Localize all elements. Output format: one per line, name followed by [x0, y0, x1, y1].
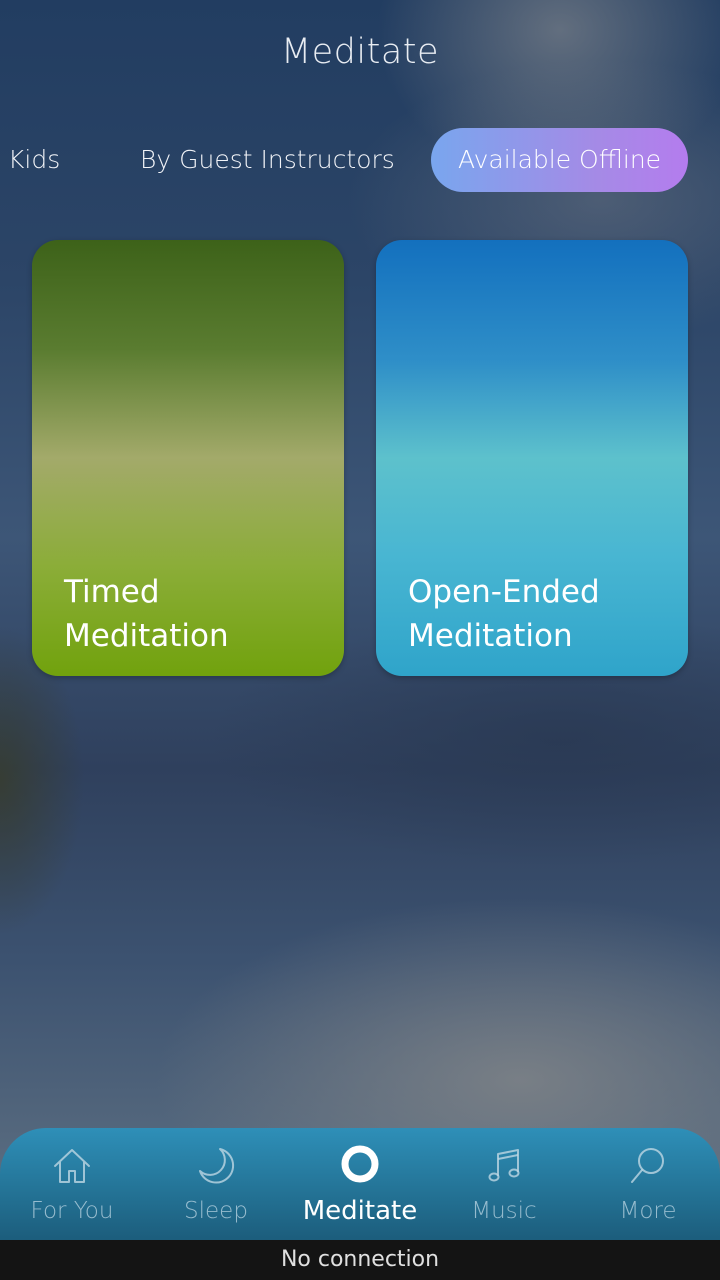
music-note-icon	[488, 1149, 520, 1182]
bottom-nav: For You Sleep Meditate Music More	[0, 1128, 720, 1240]
nav-item-more[interactable]: More	[576, 1128, 720, 1240]
nav-label: Meditate	[302, 1196, 418, 1226]
timed-meditation-card[interactable]: Timed Meditation	[32, 240, 344, 676]
nav-label: More	[619, 1198, 677, 1224]
card-label: Open-Ended Meditation	[408, 570, 668, 658]
nav-item-for-you[interactable]: For You	[0, 1128, 144, 1240]
card-label-line1: Open-Ended	[408, 574, 600, 610]
home-icon	[54, 1149, 90, 1183]
tab-by-guest-instructors[interactable]: By Guest Instructors	[140, 128, 395, 192]
search-icon	[631, 1148, 664, 1183]
tab-available-offline[interactable]: Available Offline	[431, 128, 688, 192]
ring-icon	[341, 1145, 379, 1183]
card-label-line2: Meditation	[64, 618, 229, 654]
tab-kids[interactable]: Kids	[8, 128, 60, 192]
nav-label: Sleep	[184, 1198, 248, 1224]
nav-label: Music	[471, 1198, 537, 1224]
moon-icon	[199, 1148, 235, 1184]
open-ended-meditation-card[interactable]: Open-Ended Meditation	[376, 240, 688, 676]
page-title: Meditate	[280, 32, 440, 72]
nav-item-sleep[interactable]: Sleep	[144, 1128, 288, 1240]
meditate-screen: Meditate Kids By Guest Instructors Avail…	[0, 0, 720, 1280]
connection-status-bar: No connection	[0, 1240, 720, 1280]
card-label: Timed Meditation	[64, 570, 324, 658]
card-label-line1: Timed	[64, 574, 160, 610]
category-tabs: Kids By Guest Instructors Available Offl…	[0, 128, 720, 192]
nav-item-meditate[interactable]: Meditate	[288, 1128, 432, 1240]
nav-label: For You	[30, 1198, 114, 1224]
nav-item-music[interactable]: Music	[432, 1128, 576, 1240]
card-label-line2: Meditation	[408, 618, 573, 654]
